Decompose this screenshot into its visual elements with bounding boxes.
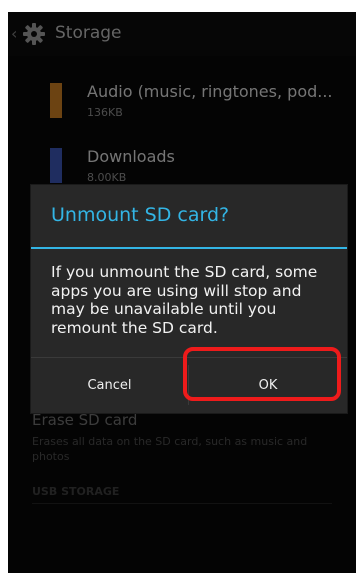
android-screen: ‹ Storage Audio (music, ringtones, pod..… [8, 12, 356, 573]
dialog-message: If you unmount the SD card, some apps yo… [51, 263, 318, 337]
ok-button[interactable]: OK [189, 358, 347, 413]
unmount-dialog: Unmount SD card? If you unmount the SD c… [30, 184, 348, 414]
cancel-button[interactable]: Cancel [31, 358, 188, 413]
dialog-title-divider [31, 247, 347, 249]
dialog-title: Unmount SD card? [51, 204, 230, 226]
